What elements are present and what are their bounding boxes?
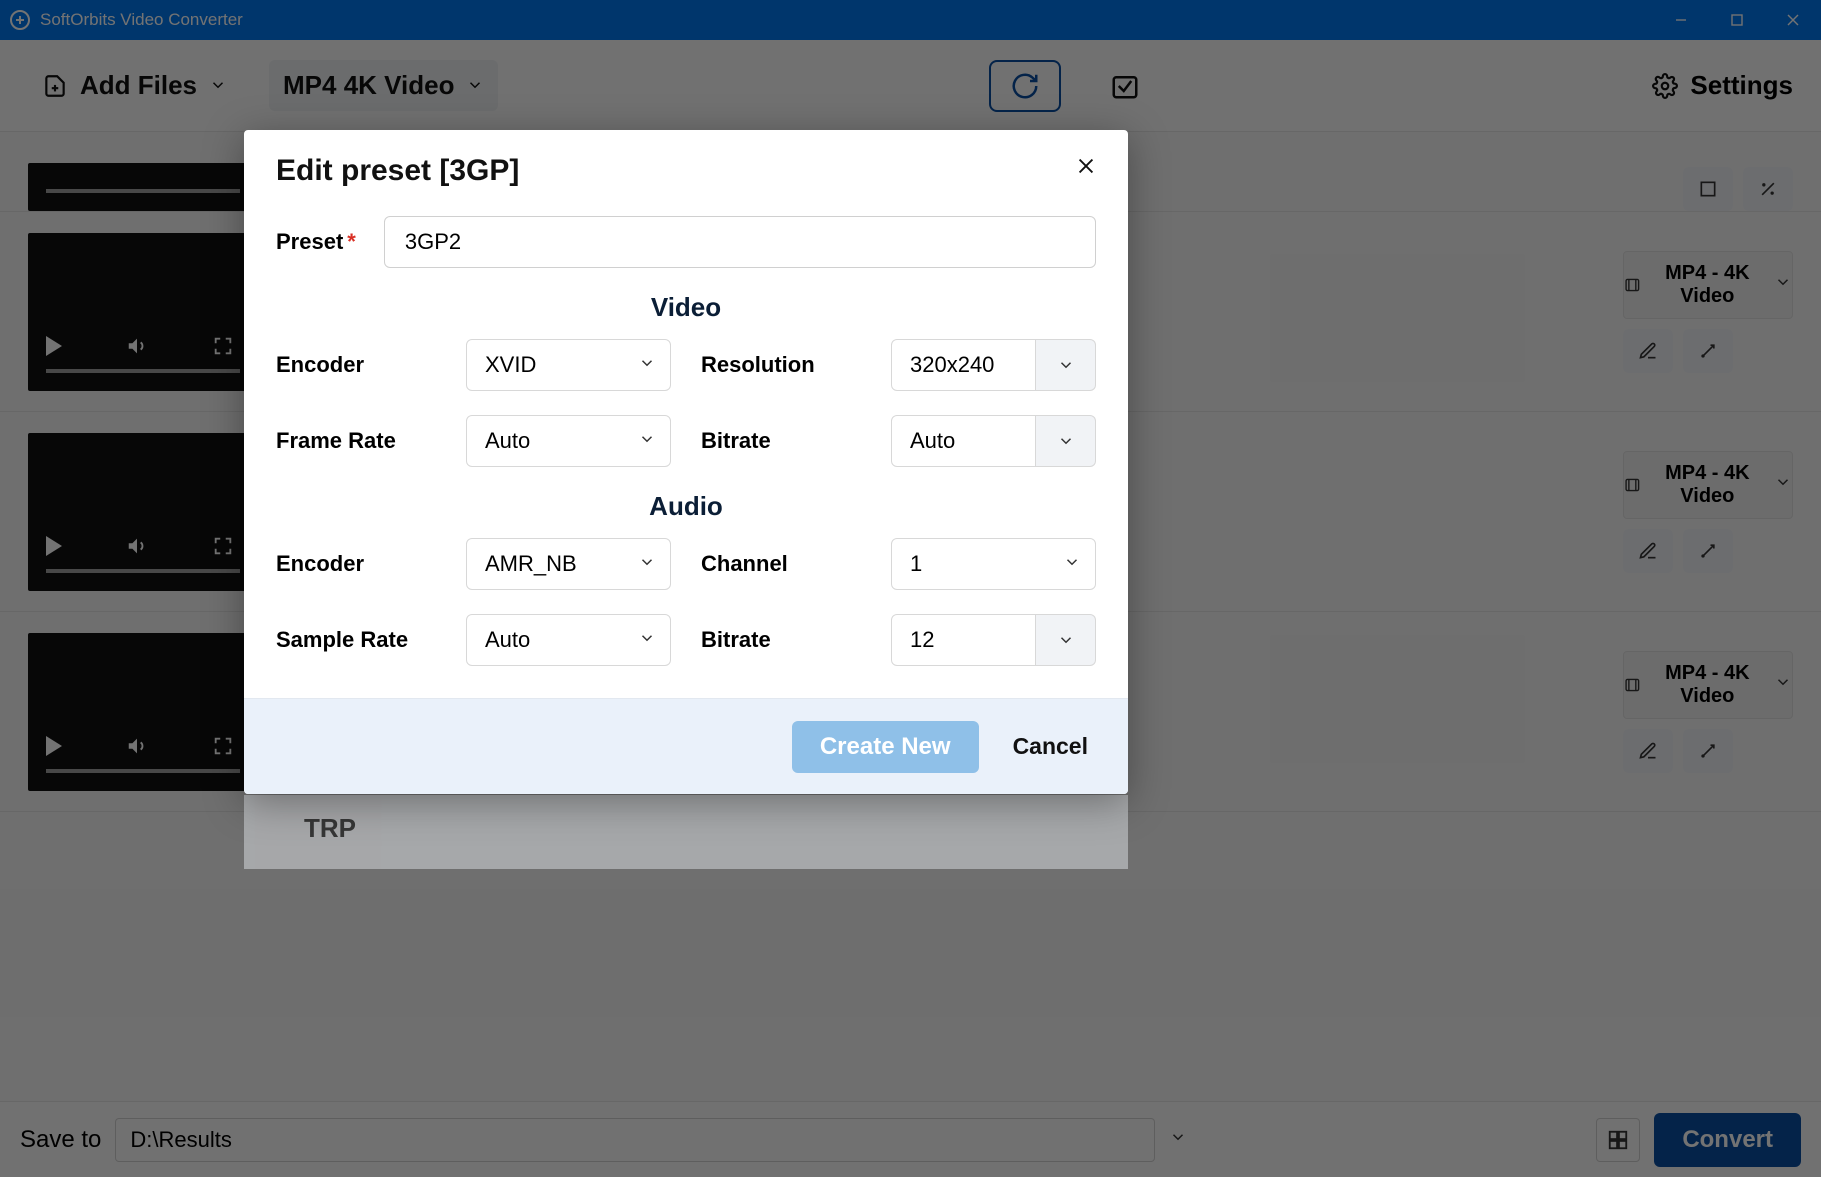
- dialog-footer: Create New Cancel: [244, 698, 1128, 794]
- audio-bitrate-value: 12: [910, 627, 934, 653]
- preset-name-label: Preset*: [276, 229, 356, 255]
- create-new-button[interactable]: Create New: [792, 721, 979, 773]
- audio-encoder-value: AMR_NB: [485, 551, 577, 577]
- cancel-label: Cancel: [1013, 733, 1088, 759]
- video-bitrate-input[interactable]: Auto: [891, 415, 1036, 467]
- frame-rate-value: Auto: [485, 428, 530, 454]
- preset-list-item[interactable]: TRP: [244, 795, 1128, 869]
- chevron-down-icon: [638, 352, 656, 378]
- chevron-down-icon: [1057, 432, 1075, 450]
- resolution-label: Resolution: [701, 352, 871, 378]
- frame-rate-select[interactable]: Auto: [466, 415, 671, 467]
- video-bitrate-dropdown-button[interactable]: [1036, 415, 1096, 467]
- audio-section-header: Audio: [276, 491, 1096, 522]
- audio-bitrate-input[interactable]: 12: [891, 614, 1036, 666]
- chevron-down-icon: [638, 428, 656, 454]
- chevron-down-icon: [1057, 356, 1075, 374]
- video-bitrate-label: Bitrate: [701, 428, 871, 454]
- close-icon: [1075, 155, 1097, 177]
- dialog-title: Edit preset [3GP]: [276, 154, 1096, 188]
- sample-rate-label: Sample Rate: [276, 627, 446, 653]
- channel-label: Channel: [701, 551, 871, 577]
- resolution-value: 320x240: [910, 352, 994, 378]
- cancel-button[interactable]: Cancel: [1013, 733, 1088, 760]
- video-encoder-label: Encoder: [276, 352, 446, 378]
- chevron-down-icon: [638, 551, 656, 577]
- video-bitrate-value: Auto: [910, 428, 955, 454]
- preset-name-input[interactable]: 3GP2: [384, 216, 1096, 268]
- chevron-down-icon: [1057, 631, 1075, 649]
- resolution-input[interactable]: 320x240: [891, 339, 1036, 391]
- create-new-label: Create New: [820, 733, 951, 761]
- video-encoder-value: XVID: [485, 352, 536, 378]
- audio-bitrate-dropdown-button[interactable]: [1036, 614, 1096, 666]
- channel-select[interactable]: 1: [891, 538, 1096, 590]
- channel-value: 1: [910, 551, 922, 577]
- preset-list-item-label: TRP: [304, 813, 356, 843]
- audio-encoder-select[interactable]: AMR_NB: [466, 538, 671, 590]
- audio-encoder-label: Encoder: [276, 551, 446, 577]
- resolution-dropdown-button[interactable]: [1036, 339, 1096, 391]
- dialog-close-button[interactable]: [1068, 148, 1104, 184]
- edit-preset-dialog: Edit preset [3GP] Preset* 3GP2 Video Enc…: [244, 130, 1128, 794]
- chevron-down-icon: [1063, 551, 1081, 577]
- video-section-header: Video: [276, 292, 1096, 323]
- sample-rate-value: Auto: [485, 627, 530, 653]
- frame-rate-label: Frame Rate: [276, 428, 446, 454]
- video-encoder-select[interactable]: XVID: [466, 339, 671, 391]
- sample-rate-select[interactable]: Auto: [466, 614, 671, 666]
- audio-bitrate-label: Bitrate: [701, 627, 871, 653]
- preset-name-value: 3GP2: [405, 229, 461, 255]
- chevron-down-icon: [638, 627, 656, 653]
